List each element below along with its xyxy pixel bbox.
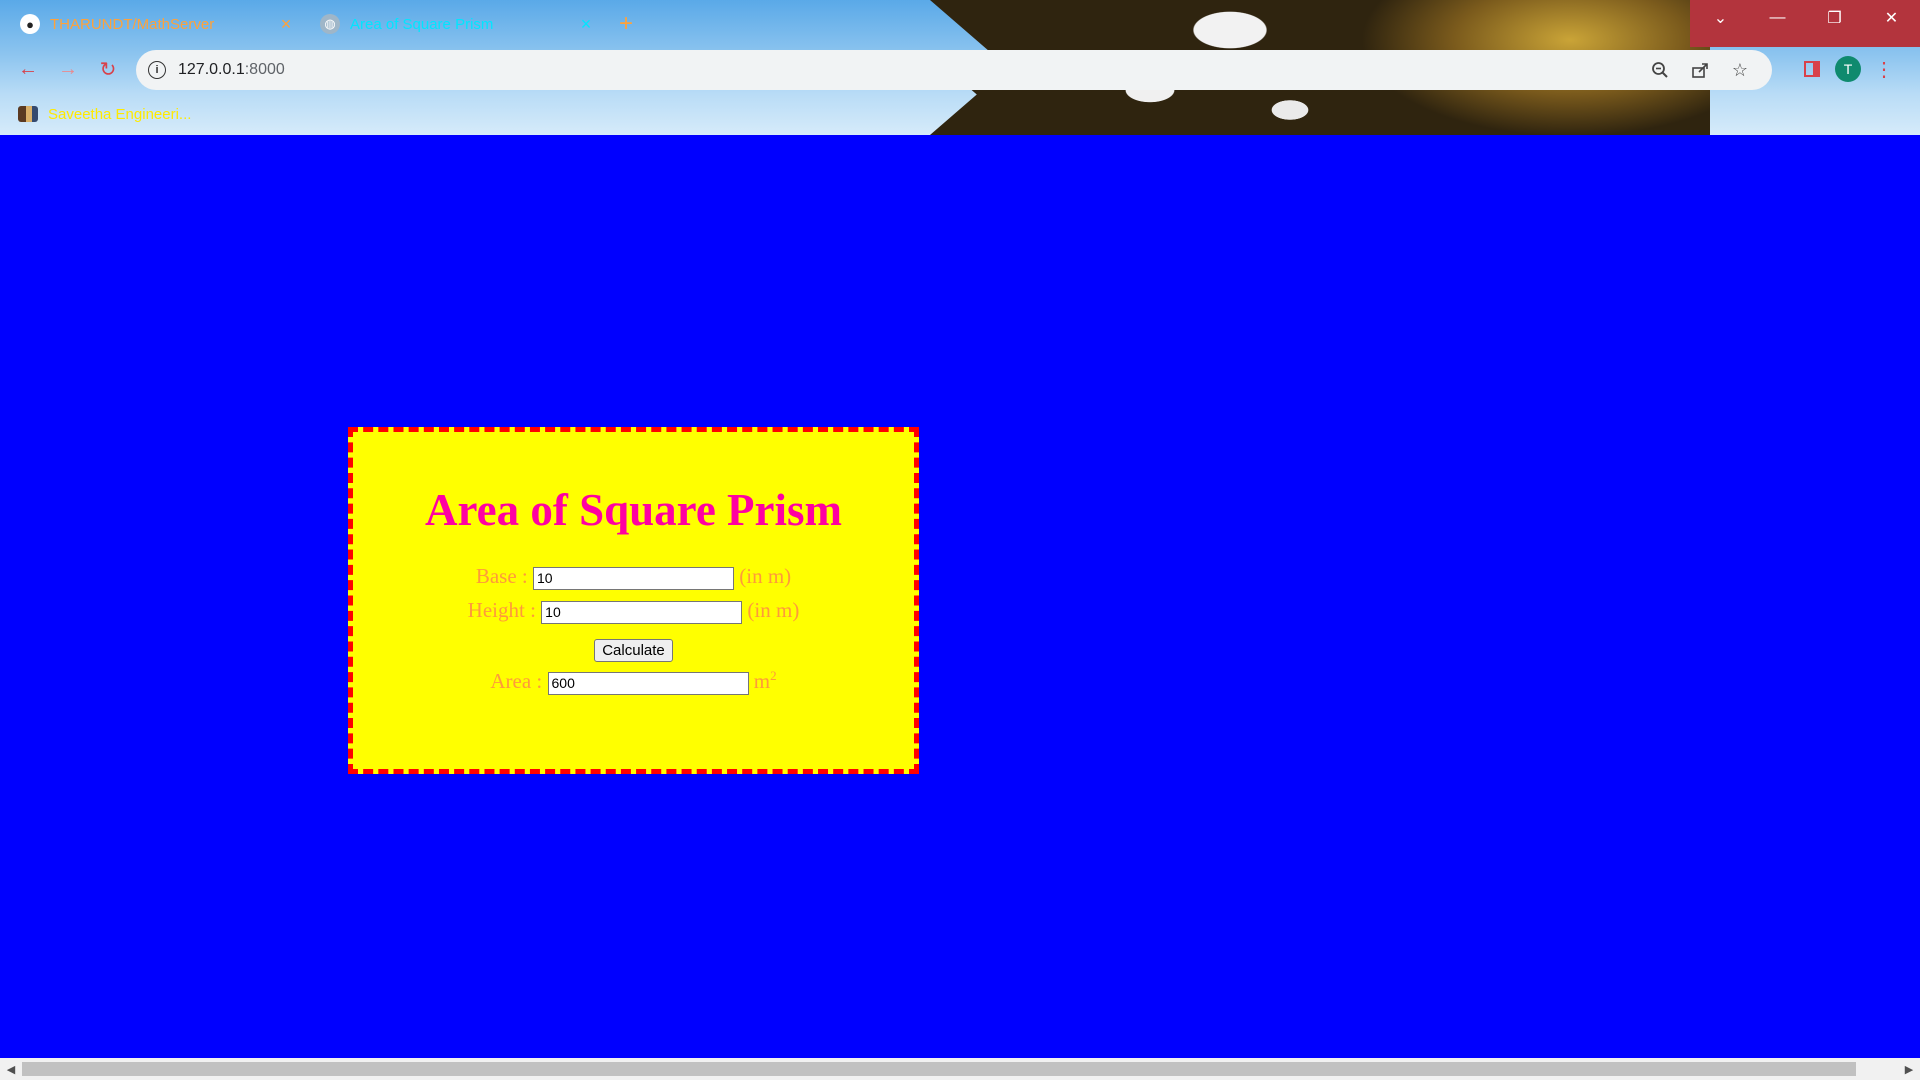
minimize-button[interactable]: — <box>1749 0 1806 36</box>
tab-area-of-square-prism[interactable]: ◍ Area of Square Prism × <box>308 4 608 44</box>
browser-chrome: ● THARUNDT/MathServer × ◍ Area of Square… <box>0 0 1920 135</box>
bookmark-favicon-icon <box>18 106 38 122</box>
globe-icon: ◍ <box>320 14 340 34</box>
scroll-right-arrow-icon[interactable]: ▶ <box>1901 1061 1917 1077</box>
base-label: Base : <box>475 564 528 588</box>
bookmark-label: Saveetha Engineeri... <box>48 105 192 123</box>
forward-arrow-icon[interactable]: → <box>54 55 82 83</box>
base-input[interactable] <box>533 566 734 590</box>
height-label: Height : <box>467 598 536 622</box>
bookmarks-bar: Saveetha Engineeri... <box>18 101 191 127</box>
share-icon[interactable] <box>1680 50 1720 90</box>
height-row: Height : (in m) <box>353 598 914 624</box>
github-icon: ● <box>20 14 40 34</box>
url-port: :8000 <box>244 61 285 78</box>
side-panel-icon[interactable] <box>1794 55 1830 83</box>
reload-icon[interactable]: ↻ <box>94 55 122 83</box>
calculator-card: Area of Square Prism Base : (in m) Heigh… <box>348 427 919 774</box>
page-viewport: Area of Square Prism Base : (in m) Heigh… <box>0 135 1920 1058</box>
base-unit: (in m) <box>739 564 792 588</box>
site-info-icon[interactable]: i <box>148 61 166 79</box>
restore-button[interactable]: ❐ <box>1806 0 1863 36</box>
profile-button[interactable]: T <box>1830 55 1866 83</box>
toolbar-right-icons: T ⋮ <box>1794 55 1902 83</box>
bookmark-star-icon[interactable]: ☆ <box>1720 50 1760 90</box>
avatar: T <box>1835 56 1861 82</box>
zoom-icon[interactable] <box>1640 50 1680 90</box>
page-title: Area of Square Prism <box>424 485 843 535</box>
back-arrow-icon[interactable]: ← <box>14 55 42 83</box>
area-output[interactable] <box>547 671 749 695</box>
url-text[interactable]: 127.0.0.1:8000 <box>178 61 1640 79</box>
address-bar[interactable]: i 127.0.0.1:8000 ☆ <box>136 50 1772 90</box>
close-tab-icon[interactable]: × <box>276 14 296 35</box>
calculate-row: Calculate <box>353 636 914 662</box>
tab-title: Area of Square Prism <box>350 15 494 33</box>
scroll-left-arrow-icon[interactable]: ◀ <box>3 1061 19 1077</box>
url-host: 127.0.0.1 <box>178 61 245 78</box>
close-window-button[interactable]: ✕ <box>1863 0 1920 36</box>
area-unit-exponent: 2 <box>770 668 777 683</box>
tab-mathserver[interactable]: ● THARUNDT/MathServer × <box>8 4 308 44</box>
height-input[interactable] <box>541 600 743 624</box>
window-controls: ⌄ — ❐ ✕ <box>1692 0 1920 36</box>
bookmark-saveetha[interactable]: Saveetha Engineeri... <box>18 106 191 123</box>
more-menu-icon[interactable]: ⋮ <box>1866 55 1902 83</box>
area-row: Area : m2 <box>353 668 914 695</box>
base-row: Base : (in m) <box>353 564 914 590</box>
browser-toolbar: ← → ↻ i 127.0.0.1:8000 ☆ T ⋮ <box>0 47 1920 91</box>
area-unit: m2 <box>753 668 777 693</box>
area-unit-base: m <box>753 669 771 693</box>
horizontal-scrollbar[interactable]: ◀ ▶ <box>0 1058 1920 1080</box>
tab-strip: ● THARUNDT/MathServer × ◍ Area of Square… <box>8 4 644 44</box>
area-label: Area : <box>490 669 543 693</box>
tab-search-icon[interactable]: ⌄ <box>1692 0 1749 36</box>
new-tab-button[interactable]: + <box>608 4 644 44</box>
close-tab-icon[interactable]: × <box>576 14 596 35</box>
tab-title: THARUNDT/MathServer <box>50 15 215 33</box>
calculate-button[interactable]: Calculate <box>594 639 673 662</box>
scrollbar-thumb[interactable] <box>22 1062 1856 1076</box>
height-unit: (in m) <box>747 598 800 622</box>
